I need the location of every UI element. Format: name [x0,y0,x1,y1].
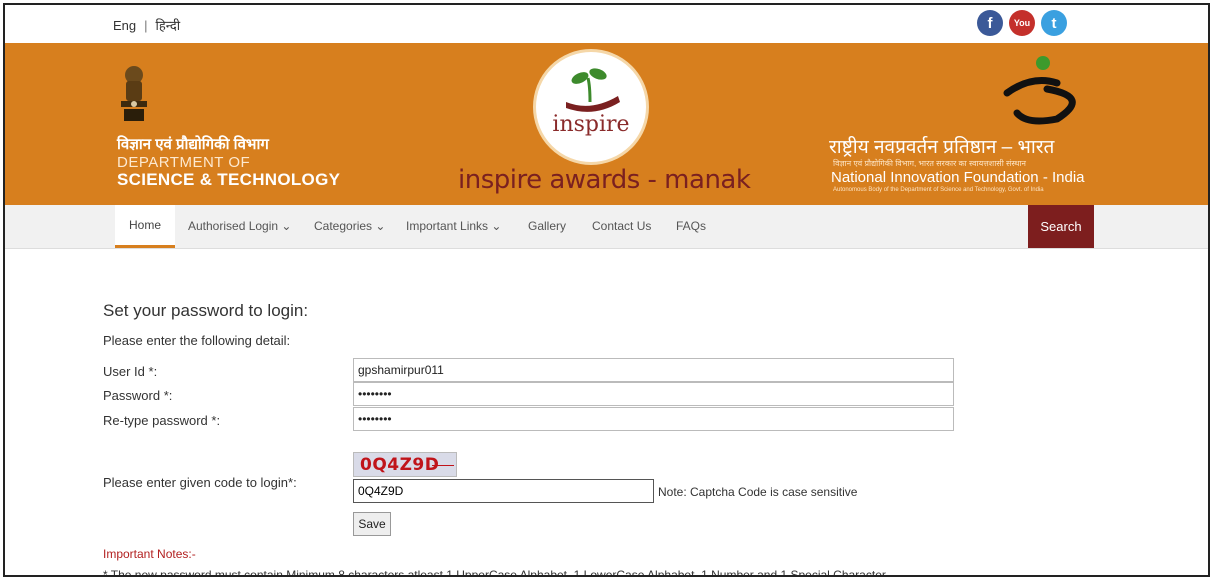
site-header: विज्ञान एवं प्रौद्योगिकी विभाग DEPARTMEN… [5,43,1208,205]
captcha-input[interactable] [353,479,654,503]
nav-important-links[interactable]: Important Links ⌄ [406,219,501,233]
form-subtitle: Please enter the following detail: [103,333,291,348]
nif-logo-icon [1003,56,1076,125]
nav-categories[interactable]: Categories ⌄ [314,219,385,233]
nif-hindi-subtitle: विज्ञान एवं प्रौद्योगिकी विभाग, भारत सरक… [833,159,1026,168]
nav-gallery[interactable]: Gallery [528,219,566,233]
form-title: Set your password to login: [103,301,309,320]
important-notes-heading: Important Notes:- [103,547,196,561]
scroll-divider [20,575,1170,577]
inspire-awards-title: inspire awards - manak [458,165,751,195]
password-field[interactable] [353,382,954,406]
nav-authorised-login[interactable]: Authorised Login ⌄ [188,219,291,233]
youtube-icon[interactable]: You [1009,10,1035,36]
retype-password-field[interactable] [353,407,954,431]
department-line-2: SCIENCE & TECHNOLOGY [117,170,341,189]
browser-frame: Eng | हिन्दी f You t विज्ञान एवं प्रौद्योग… [3,3,1210,577]
save-button[interactable]: Save [353,512,391,536]
password-rule-text: * The new password must contain Minimum … [103,568,886,577]
nif-english-subtitle: Autonomous Body of the Department of Sci… [833,187,1044,193]
social-links: f You t [977,10,1067,36]
national-emblem-icon [121,66,147,121]
retype-password-label: Re-type password *: [103,413,221,428]
nif-hindi-name: राष्ट्रीय नवप्रवर्तन प्रतिष्ठान – भारत [829,137,1055,158]
inspire-wordmark: inspire [552,112,630,137]
captcha-label: Please enter given code to login*: [103,475,297,490]
user-id-field[interactable] [353,358,954,382]
top-bar: Eng | हिन्दी f You t [5,5,1208,43]
password-label: Password *: [103,388,173,403]
lang-separator: | [144,18,148,33]
lang-english-link[interactable]: Eng [113,18,136,33]
plant-hand-icon [566,68,620,112]
captcha-image-text: 0Q4Z9D [360,455,440,475]
search-button[interactable]: Search [1028,205,1094,248]
captcha-image: 0Q4Z9D [353,452,457,477]
department-hindi-name: विज्ञान एवं प्रौद्योगिकी विभाग [117,136,269,153]
nav-home[interactable]: Home [115,205,175,248]
user-id-label: User Id *: [103,364,158,379]
nif-english-name: National Innovation Foundation - India [831,169,1085,186]
inspire-logo[interactable]: inspire [533,49,649,165]
twitter-icon[interactable]: t [1041,10,1067,36]
captcha-note: Note: Captcha Code is case sensitive [658,485,858,499]
facebook-icon[interactable]: f [977,10,1003,36]
language-switcher: Eng | हिन्दी [113,16,180,34]
lang-hindi-link[interactable]: हिन्दी [156,18,181,33]
nav-contact-us[interactable]: Contact Us [592,219,651,233]
nav-faqs[interactable]: FAQs [676,219,706,233]
department-line-1: DEPARTMENT OF [117,154,251,171]
main-nav: Home Authorised Login ⌄ Categories ⌄ Imp… [5,205,1208,249]
